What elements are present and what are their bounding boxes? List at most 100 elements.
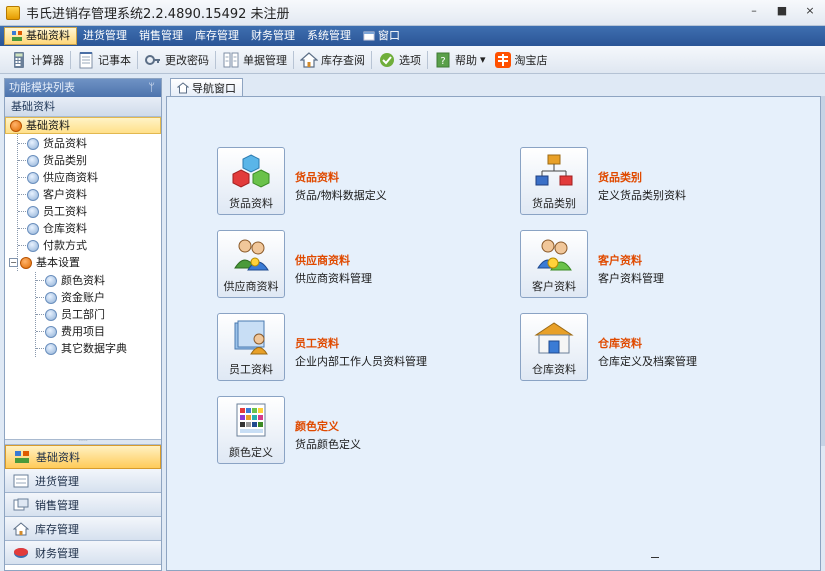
pin-icon[interactable]: ᛘ — [148, 79, 155, 97]
taobao-store-button[interactable]: 淘宝店 — [490, 48, 552, 72]
help-button[interactable]: ? 帮助 ▾ — [430, 48, 490, 72]
menu-basic-data[interactable]: 基础资料 — [4, 27, 77, 45]
toolbar-separator — [70, 50, 71, 69]
calculator-icon — [14, 51, 24, 68]
menu-finance[interactable]: 财务管理 — [245, 27, 301, 45]
menu-window[interactable]: 窗口 — [357, 27, 406, 45]
hierarchy-icon — [535, 154, 573, 186]
inventory-lookup-button[interactable]: 库存查阅 — [296, 48, 369, 72]
warehouse-icon — [534, 322, 574, 354]
employee-card-button[interactable]: 员工资料 — [217, 313, 285, 381]
goods-category-card-title: 货品类别 — [598, 171, 642, 184]
collapse-icon[interactable]: − — [9, 258, 18, 267]
goods-card-button[interactable]: 货品资料 — [217, 147, 285, 215]
nav-sales[interactable]: 销售管理 — [5, 493, 161, 517]
tree-item-color[interactable]: 颜色资料 — [45, 272, 105, 289]
tree-item-goods[interactable]: 货品资料 — [27, 135, 87, 152]
change-password-button[interactable]: 更改密码 — [140, 48, 213, 72]
tree-item-warehouse[interactable]: 仓库资料 — [27, 220, 87, 237]
tree-item-payment[interactable]: 付款方式 — [27, 237, 87, 254]
tree-group-basic-settings[interactable]: − 基本设置 — [9, 254, 80, 271]
toolbar-separator — [215, 50, 216, 69]
toolbar: 计算器 记事本 更改密码 单据管理 库存查阅 选项 ? 帮助 ▾ 淘宝店 — [0, 46, 825, 74]
tree-root-basic-data[interactable]: 基础资料 — [5, 117, 161, 134]
warehouse-card-title: 仓库资料 — [598, 337, 642, 350]
employee-card-desc: 企业内部工作人员资料管理 — [295, 355, 427, 368]
chevron-down-icon: ▾ — [480, 53, 486, 66]
menu-purchase[interactable]: 进货管理 — [77, 27, 133, 45]
nav-finance[interactable]: 财务管理 — [5, 541, 161, 565]
toolbar-separator — [427, 50, 428, 69]
goods-category-card-button[interactable]: 货品类别 — [520, 147, 588, 215]
node-icon — [45, 308, 57, 321]
svg-text:?: ? — [440, 56, 445, 67]
node-icon — [27, 137, 39, 150]
window-icon — [363, 31, 375, 41]
tree-item-supplier[interactable]: 供应商资料 — [27, 169, 98, 186]
window-title: 韦氏进销存管理系统2.2.4890.15492 未注册 — [26, 7, 290, 22]
house-icon — [177, 81, 189, 93]
menu-inventory[interactable]: 库存管理 — [189, 27, 245, 45]
basic-data-icon — [12, 31, 22, 41]
customer-card-desc: 客户资料管理 — [598, 272, 664, 285]
taobao-icon — [494, 51, 511, 68]
supplier-icon — [234, 239, 269, 271]
menu-bar: 基础资料 进货管理 销售管理 库存管理 财务管理 系统管理 窗口 — [0, 26, 825, 46]
node-icon — [27, 154, 39, 167]
node-icon — [27, 171, 39, 184]
notepad-button[interactable]: 记事本 — [73, 48, 135, 72]
customer-card-button[interactable]: 客户资料 — [520, 230, 588, 298]
warehouse-card-desc: 仓库定义及档案管理 — [598, 355, 697, 368]
node-icon — [27, 205, 39, 218]
warehouse-card-button[interactable]: 仓库资料 — [520, 313, 588, 381]
menu-sales[interactable]: 销售管理 — [133, 27, 189, 45]
toolbar-separator — [371, 50, 372, 69]
menu-system[interactable]: 系统管理 — [301, 27, 357, 45]
help-icon: ? — [436, 52, 450, 67]
cubes-icon — [232, 154, 270, 188]
minimize-button[interactable]: – — [747, 4, 761, 17]
calculator-button[interactable]: 计算器 — [6, 48, 68, 72]
tree-item-expense[interactable]: 费用项目 — [45, 323, 105, 340]
expand-icon — [20, 256, 32, 269]
tab-navigation-window[interactable]: 导航窗口 — [170, 78, 243, 96]
expand-icon — [10, 119, 22, 132]
options-icon — [380, 52, 394, 67]
goods-card-desc: 货品/物料数据定义 — [295, 189, 387, 202]
notepad-icon — [79, 51, 93, 68]
tree-item-goods-category[interactable]: 货品类别 — [27, 152, 87, 169]
tree-item-fund-account[interactable]: 资金账户 — [45, 289, 105, 306]
toolbar-separator — [137, 50, 138, 69]
maximize-button[interactable]: ■ — [775, 4, 789, 17]
color-definition-card-button[interactable]: 颜色定义 — [217, 396, 285, 464]
color-definition-card-desc: 货品颜色定义 — [295, 438, 361, 451]
node-icon — [45, 274, 57, 287]
nav-basic-data[interactable]: 基础资料 — [5, 445, 161, 469]
tree-item-department[interactable]: 员工部门 — [45, 306, 105, 323]
goods-card-title: 货品资料 — [295, 171, 339, 184]
tree-item-customer[interactable]: 客户资料 — [27, 186, 87, 203]
decorative-dash — [651, 557, 659, 558]
sales-icon — [13, 498, 29, 510]
color-definition-card-title: 颜色定义 — [295, 420, 339, 433]
house-icon — [13, 521, 29, 535]
document-icon — [223, 52, 239, 67]
basic-data-icon — [15, 451, 29, 463]
vertical-scrollbar[interactable] — [821, 96, 825, 446]
node-icon — [45, 291, 57, 304]
supplier-card-button[interactable]: 供应商资料 — [217, 230, 285, 298]
employee-card-title: 员工资料 — [295, 337, 339, 350]
document-management-button[interactable]: 单据管理 — [218, 48, 291, 72]
tree-item-data-dictionary[interactable]: 其它数据字典 — [45, 340, 127, 357]
node-icon — [45, 325, 57, 338]
close-button[interactable]: × — [803, 4, 817, 17]
title-bar: 韦氏进销存管理系统2.2.4890.15492 未注册 – ■ × — [0, 0, 825, 26]
node-icon — [27, 239, 39, 252]
nav-purchase[interactable]: 进货管理 — [5, 469, 161, 493]
function-module-panel: 功能模块列表 ᛘ 基础资料 基础资料 货品资料 货品类别 供应商资料 客户资料 … — [4, 78, 162, 571]
nav-inventory[interactable]: 库存管理 — [5, 517, 161, 541]
options-button[interactable]: 选项 — [374, 48, 425, 72]
goods-category-card-desc: 定义货品类别资料 — [598, 189, 686, 202]
tree-item-employee[interactable]: 员工资料 — [27, 203, 87, 220]
supplier-card-desc: 供应商资料管理 — [295, 272, 372, 285]
